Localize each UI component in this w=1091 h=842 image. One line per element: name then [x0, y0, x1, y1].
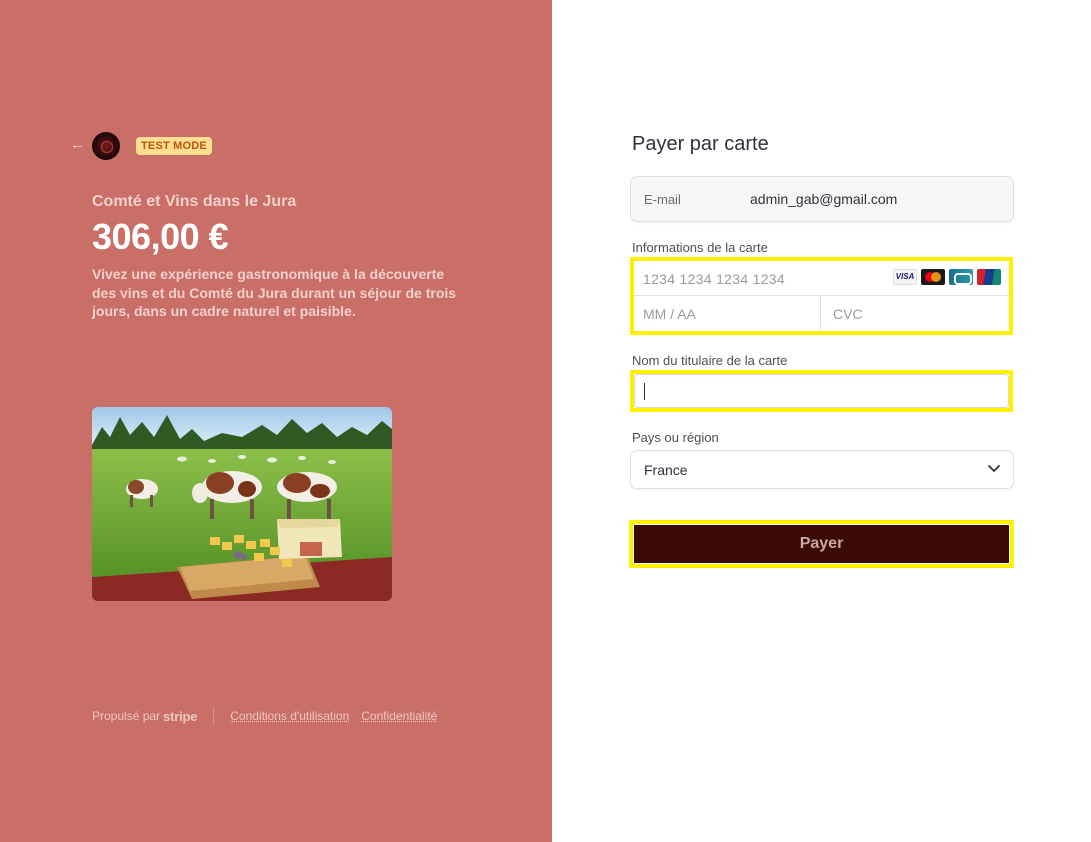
country-value: France	[644, 462, 688, 478]
card-number-placeholder: 1234 1234 1234 1234	[643, 271, 785, 287]
pay-button[interactable]: Payer	[634, 525, 1009, 563]
footer: Propulsé par stripe Conditions d'utilisa…	[92, 708, 449, 724]
form-title: Payer par carte	[632, 133, 769, 155]
email-value: admin_gab@gmail.com	[750, 191, 898, 207]
card-number-input[interactable]: 1234 1234 1234 1234 VISA	[634, 261, 1009, 296]
expiry-input[interactable]: MM / AA	[634, 296, 821, 331]
expiry-placeholder: MM / AA	[643, 306, 696, 322]
unionpay-icon	[977, 269, 1001, 285]
mastercard-icon	[921, 269, 945, 285]
arrow-left-icon[interactable]: ←	[70, 137, 86, 153]
cardholder-name-label: Nom du titulaire de la carte	[632, 353, 788, 368]
country-select[interactable]: France	[631, 451, 1013, 488]
card-brands: VISA	[893, 269, 1001, 285]
product-summary-panel: ← TEST MODE Comté et Vins dans le Jura 3…	[0, 0, 552, 842]
product-price: 306,00 €	[92, 216, 229, 257]
stripe-logo: stripe	[163, 708, 198, 724]
terms-link[interactable]: Conditions d'utilisation	[230, 709, 349, 723]
cb-icon	[949, 269, 973, 285]
email-field[interactable]: E-mail admin_gab@gmail.com	[631, 177, 1013, 221]
product-description: Vivez une expérience gastronomique à la …	[92, 266, 457, 319]
chevron-down-icon	[988, 465, 1000, 472]
text-caret	[644, 383, 645, 400]
country-label: Pays ou région	[632, 430, 719, 445]
card-info-label: Informations de la carte	[632, 240, 768, 255]
cvc-placeholder: CVC	[833, 306, 863, 322]
merchant-logo	[92, 132, 120, 160]
product-image	[92, 407, 392, 601]
powered-by-label: Propulsé par	[92, 709, 161, 723]
privacy-link[interactable]: Confidentialité	[361, 709, 437, 723]
footer-divider	[213, 708, 215, 724]
cardholder-name-input[interactable]	[634, 374, 1009, 408]
product-name: Comté et Vins dans le Jura	[92, 193, 297, 210]
payment-panel	[552, 0, 1091, 842]
visa-icon: VISA	[893, 269, 917, 285]
card-info-group: 1234 1234 1234 1234 VISA MM / AA CVC	[634, 261, 1009, 331]
cvc-input[interactable]: CVC	[821, 296, 1009, 331]
powered-by-stripe[interactable]: Propulsé par stripe	[92, 709, 197, 724]
test-mode-badge: TEST MODE	[136, 137, 212, 155]
email-label: E-mail	[644, 192, 681, 207]
